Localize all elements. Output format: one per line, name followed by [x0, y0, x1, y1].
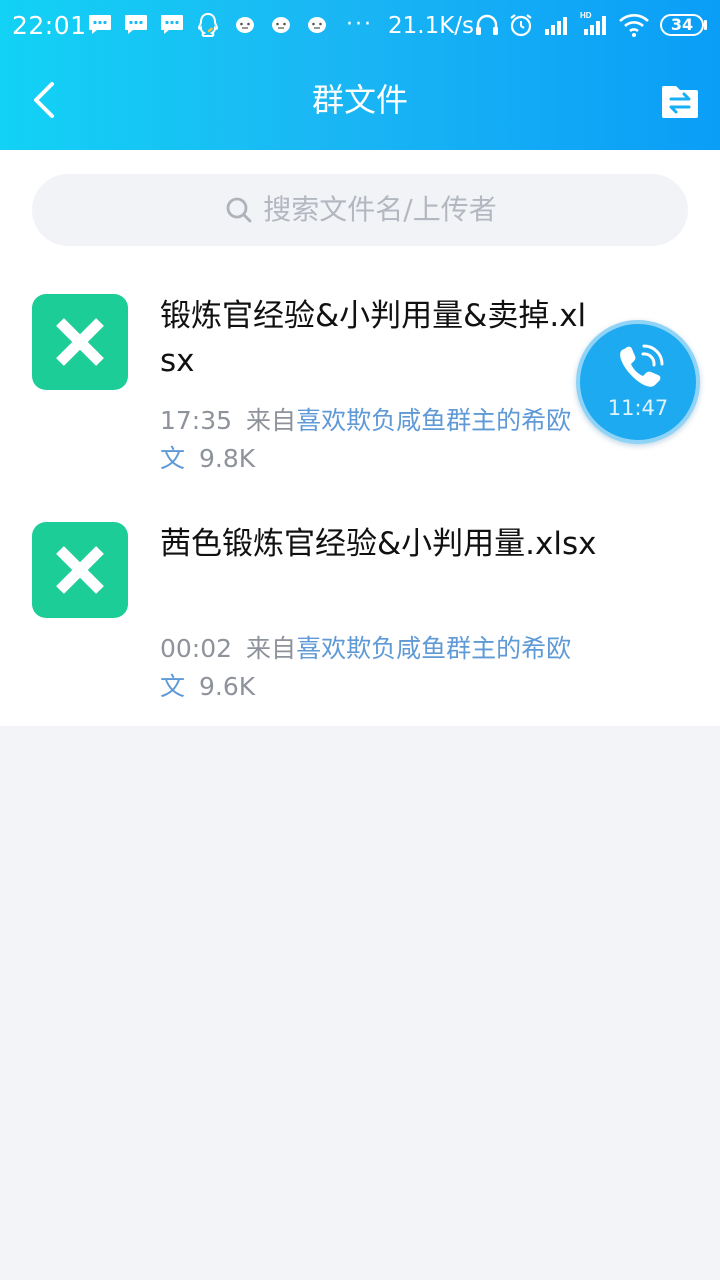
overflow-dots: ···	[346, 12, 373, 37]
excel-file-icon	[32, 522, 128, 618]
phone-icon	[620, 344, 664, 387]
search-inner: 搜索文件名/上传者	[32, 174, 688, 246]
excel-x-glyph	[56, 318, 104, 366]
headphones-icon	[476, 14, 498, 35]
wifi-icon	[619, 14, 649, 37]
excel-file-icon	[32, 294, 128, 390]
chevron-left-icon	[34, 82, 54, 118]
file-transfer-icon	[662, 86, 698, 118]
svg-text:HD: HD	[580, 11, 592, 20]
file-time: 00:02	[160, 634, 233, 663]
page-title: 群文件	[311, 81, 408, 119]
back-button[interactable]	[22, 76, 68, 124]
top-header: 22:01 ··· 21.1K/s HD 34 群文件	[0, 0, 720, 150]
alarm-icon	[510, 14, 532, 37]
emoji-icon	[272, 17, 290, 33]
battery-level: 34	[670, 15, 694, 34]
battery-icon: 34	[660, 14, 704, 36]
file-name: 锻炼官经验&小判用量&卖掉.xlsx	[160, 298, 587, 379]
hd-signal-icon: HD	[580, 11, 606, 35]
file-meta: 17:35 来自喜欢欺负咸鱼群主的希欧文 9.8K	[160, 402, 590, 478]
status-time: 22:01	[12, 11, 87, 40]
battery-nub	[704, 20, 707, 30]
search-input[interactable]: 搜索文件名/上传者	[32, 174, 688, 246]
search-icon	[226, 197, 252, 223]
file-transfer-button[interactable]	[656, 80, 704, 124]
emoji-icon	[236, 17, 254, 33]
message-icon	[89, 15, 111, 34]
from-label: 来自	[246, 406, 297, 435]
file-size: 9.8K	[199, 444, 256, 473]
excel-x-glyph	[56, 546, 104, 594]
message-icon	[161, 15, 183, 34]
status-bar: 22:01 ··· 21.1K/s HD 34	[0, 0, 720, 52]
file-size: 9.6K	[199, 672, 256, 701]
search-placeholder: 搜索文件名/上传者	[263, 193, 497, 226]
network-speed: 21.1K/s	[388, 13, 475, 39]
emoji-icon	[308, 17, 326, 33]
from-label: 来自	[246, 634, 297, 663]
signal-icon	[545, 17, 567, 35]
floating-call-bubble[interactable]: 11:47	[576, 320, 700, 444]
file-time: 17:35	[160, 406, 233, 435]
file-item[interactable]: 茜色锻炼官经验&小判用量.xlsx 00:02 来自喜欢欺负咸鱼群主的希欧文 9.6…	[0, 522, 720, 750]
qq-notification-icon	[197, 12, 219, 37]
message-icon	[125, 15, 147, 34]
file-name: 茜色锻炼官经验&小判用量.xlsx	[160, 526, 597, 562]
file-meta: 00:02 来自喜欢欺负咸鱼群主的希欧文 9.6K	[160, 630, 590, 706]
call-duration: 11:47	[607, 396, 669, 420]
